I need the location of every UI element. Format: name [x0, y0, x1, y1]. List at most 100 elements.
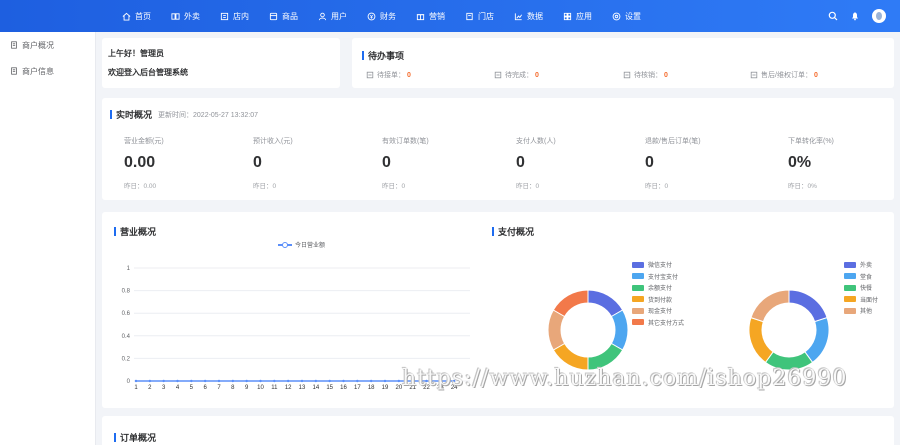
- y-tick-label: 0: [127, 379, 131, 385]
- y-tick-label: 0.8: [122, 289, 131, 295]
- x-tick-label: 18: [368, 385, 375, 391]
- data-point: [342, 379, 345, 383]
- nav-data[interactable]: 数据: [514, 11, 543, 22]
- x-tick-label: 15: [326, 385, 333, 391]
- legend-item[interactable]: 支付宝支付: [632, 271, 684, 283]
- todo-card: 待办事项 待接单： 0 待完成： 0 待核销： 0 售后/维权订单： 0: [352, 38, 894, 88]
- stat-label: 营业金额(元): [124, 138, 164, 145]
- stat-label: 预计收入(元): [253, 138, 293, 145]
- todo-item-pending-complete[interactable]: 待完成： 0: [494, 70, 539, 80]
- data-point: [162, 379, 165, 383]
- legend-label: 外卖: [860, 263, 873, 270]
- sidebar-item-merchant-info[interactable]: 商户信息: [0, 58, 95, 84]
- order-type-donut-chart: [748, 289, 830, 371]
- nav-finance[interactable]: 财务: [367, 11, 396, 22]
- legend-item[interactable]: 货到付款: [632, 294, 684, 306]
- data-point: [273, 379, 276, 383]
- stat-value: 0%: [788, 154, 812, 171]
- x-tick-label: 16: [340, 385, 347, 391]
- finance-icon: [367, 12, 376, 20]
- nav-apps[interactable]: 应用: [563, 11, 592, 22]
- document-icon: [11, 41, 17, 49]
- sidebar-item-merchant-overview[interactable]: 商户概况: [0, 32, 95, 58]
- stat-label: 退款/售后订单(笔): [645, 138, 701, 145]
- stat-label: 有效订单数(笔): [382, 138, 429, 145]
- y-tick-label: 0.2: [122, 356, 131, 362]
- x-tick-label: 7: [217, 385, 221, 391]
- legend-item[interactable]: 外卖: [844, 259, 878, 271]
- legend-swatch: [844, 261, 856, 268]
- nav-home[interactable]: 首页: [122, 11, 151, 22]
- x-tick-label: 5: [190, 385, 194, 391]
- legend-label: 其它支付方式: [648, 320, 685, 327]
- y-tick-label: 0.6: [122, 311, 131, 317]
- stat-value: 0: [253, 154, 262, 171]
- nav-user[interactable]: 用户: [318, 11, 347, 22]
- todo-label: 待完成：: [505, 72, 533, 79]
- x-tick-label: 3: [162, 385, 166, 391]
- nav-marketing-label: 营销: [429, 11, 445, 21]
- store-icon: [220, 12, 229, 20]
- todo-count: 0: [813, 71, 818, 79]
- nav-shop[interactable]: 门店: [465, 11, 494, 22]
- legend-item[interactable]: 堂食: [844, 271, 878, 283]
- legend-swatch: [844, 307, 856, 314]
- legend-item[interactable]: 快餐: [844, 282, 878, 294]
- donut-slice[interactable]: [547, 309, 566, 351]
- stat-label: 支付人数(人): [516, 138, 556, 145]
- legend-item[interactable]: 其它支付方式: [632, 317, 684, 329]
- greeting-line: 上午好！管理员: [108, 49, 164, 58]
- todo-item-aftersale[interactable]: 售后/维权订单： 0: [750, 70, 818, 80]
- data-point: [300, 379, 304, 383]
- sidebar: 商户概况 商户信息: [0, 32, 96, 445]
- x-tick-label: 4: [176, 385, 180, 391]
- avatar[interactable]: [872, 9, 886, 23]
- donut-slice[interactable]: [788, 289, 828, 323]
- legend-item[interactable]: 余额支付: [632, 282, 684, 294]
- bell-icon[interactable]: [850, 11, 860, 21]
- todo-item-pending-verify[interactable]: 待核销： 0: [623, 70, 668, 80]
- search-icon[interactable]: [828, 11, 838, 21]
- order-title: 订单概况: [114, 431, 156, 444]
- stat-label: 下单转化率(%): [788, 138, 834, 145]
- data-point: [314, 379, 318, 383]
- y-tick-label: 0.4: [122, 334, 131, 340]
- donut-slice[interactable]: [610, 309, 629, 351]
- list-icon: [750, 71, 758, 79]
- update-time: 更新时间：2022-05-27 13:32:07: [158, 111, 259, 119]
- nav-store[interactable]: 店内: [220, 11, 249, 22]
- donut-slice[interactable]: [748, 317, 774, 364]
- donut-slice[interactable]: [804, 317, 830, 364]
- nav-takeout[interactable]: 外卖: [171, 11, 200, 22]
- nav-goods[interactable]: 商品: [269, 11, 298, 22]
- stat-yesterday: 昨日：0: [382, 183, 406, 190]
- legend-item[interactable]: 当面付: [844, 294, 878, 306]
- x-tick-label: 12: [285, 385, 292, 391]
- apps-icon: [563, 12, 572, 20]
- donut-slice[interactable]: [552, 289, 589, 318]
- document-icon: [11, 67, 17, 75]
- legend-line-marker: [278, 241, 292, 248]
- settings-icon: [612, 12, 621, 20]
- legend-item[interactable]: 微信支付: [632, 259, 684, 271]
- data-point: [328, 379, 331, 383]
- legend-swatch: [844, 284, 856, 291]
- data-point: [203, 379, 207, 383]
- data-point: [190, 379, 193, 383]
- home-icon: [122, 12, 131, 21]
- list-icon: [623, 71, 631, 79]
- x-tick-label: 1: [134, 385, 138, 391]
- donut-slice[interactable]: [750, 289, 790, 323]
- data-icon: [514, 12, 523, 20]
- legend-item[interactable]: 其他: [844, 305, 878, 317]
- x-tick-label: 8: [231, 385, 235, 391]
- legend-label: 微信支付: [648, 263, 673, 270]
- legend-label: 堂食: [860, 274, 873, 281]
- legend-item[interactable]: 现金支付: [632, 305, 684, 317]
- nav-marketing[interactable]: 营销: [416, 11, 445, 22]
- todo-item-pending-accept[interactable]: 待接单： 0: [366, 70, 411, 80]
- stat-yesterday: 昨日：0.00: [124, 183, 157, 190]
- top-right-tools: [816, 0, 886, 32]
- top-navigation-bar: 首页 外卖 店内 商品 用户 财务 营销 门店 数据 应用 设置: [0, 0, 900, 32]
- nav-settings[interactable]: 设置: [612, 11, 641, 22]
